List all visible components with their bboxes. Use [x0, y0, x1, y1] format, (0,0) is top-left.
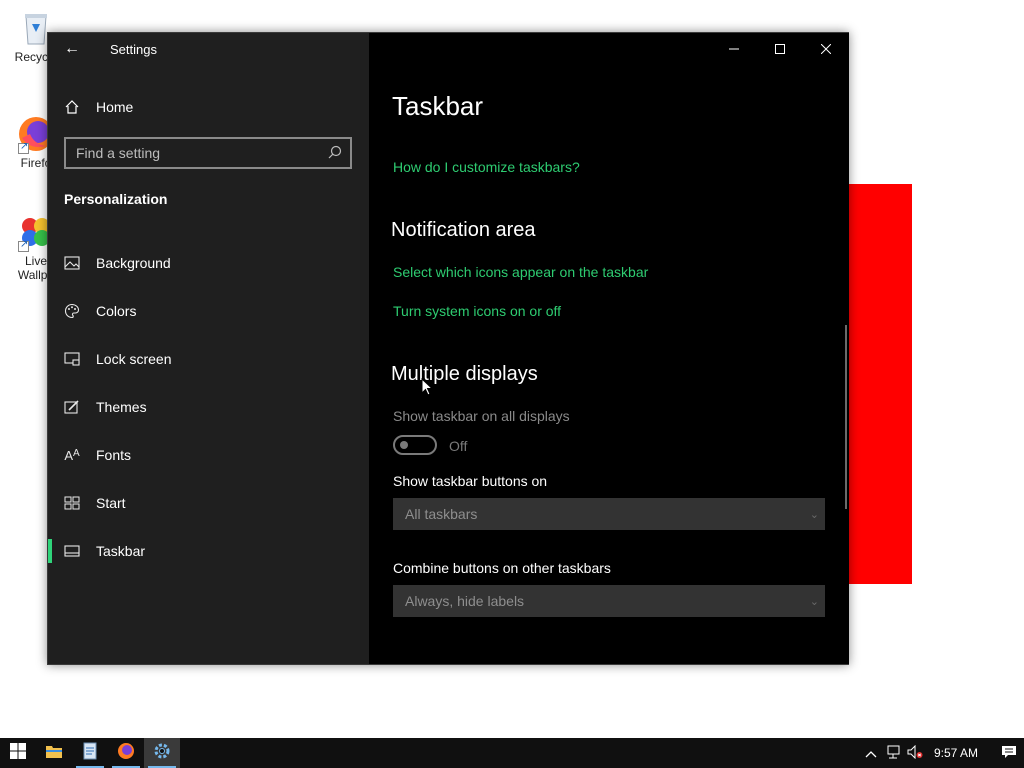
action-center-icon[interactable] [994, 745, 1024, 762]
scrollbar[interactable] [845, 325, 847, 509]
buttons-on-label: Show taskbar buttons on [393, 473, 548, 489]
palette-icon [48, 303, 96, 319]
sidebar-item-lock-screen[interactable]: Lock screen [48, 335, 369, 383]
show-all-displays-label: Show taskbar on all displays [393, 408, 570, 424]
maximize-button[interactable] [757, 33, 803, 65]
close-icon [820, 41, 832, 57]
back-button[interactable]: ← [48, 33, 96, 65]
system-tray: 9:57 AM [860, 738, 1024, 768]
maximize-icon [775, 41, 785, 57]
minimize-button[interactable] [711, 33, 757, 65]
start-grid-icon [48, 496, 96, 510]
caption-buttons [711, 33, 849, 65]
chevron-down-icon: ⌄ [809, 595, 819, 608]
sidebar-item-label: Fonts [96, 447, 132, 463]
documents-icon [82, 742, 98, 765]
buttons-on-dropdown[interactable]: All taskbars ⌄ [393, 498, 825, 530]
sidebar-nav: Background Colors Lock screen Themes A A… [48, 239, 369, 575]
taskbar-file-explorer[interactable] [36, 738, 72, 768]
settings-icon [153, 742, 171, 765]
select-icons-link[interactable]: Select which icons appear on the taskbar [393, 264, 648, 280]
combine-buttons-label: Combine buttons on other taskbars [393, 560, 611, 576]
toggle-state-label: Off [449, 438, 468, 454]
settings-window: ← Settings Home Personalization Backgrou… [47, 32, 849, 665]
page-title: Taskbar [392, 91, 484, 121]
taskbar: 9:57 AM [0, 738, 1024, 768]
shortcut-arrow-icon [18, 141, 29, 154]
sidebar-item-label: Background [96, 255, 171, 271]
background-red-window [846, 184, 912, 584]
multiple-displays-heading: Multiple displays [391, 363, 538, 385]
sidebar-item-fonts[interactable]: AA Fonts [48, 431, 369, 479]
notification-area-heading: Notification area [391, 219, 536, 241]
sidebar-item-label: Start [96, 495, 126, 511]
window-title: Settings [110, 41, 157, 57]
file-explorer-icon [45, 743, 63, 764]
taskbar-settings[interactable] [144, 738, 180, 768]
picture-icon [48, 256, 96, 270]
firefox-icon [117, 742, 135, 765]
sidebar-item-home[interactable]: Home [48, 91, 369, 123]
chevron-down-icon: ⌄ [809, 508, 819, 521]
section-title: Personalization [64, 191, 168, 207]
toggle-knob [400, 441, 408, 449]
brush-icon [48, 399, 96, 415]
minimize-icon [729, 41, 739, 57]
home-icon [48, 99, 96, 115]
sidebar-item-themes[interactable]: Themes [48, 383, 369, 431]
show-all-displays-toggle[interactable] [393, 435, 437, 455]
sidebar-item-label: Taskbar [96, 543, 146, 559]
clock[interactable]: 9:57 AM [934, 746, 978, 760]
system-icons-link[interactable]: Turn system icons on or off [393, 303, 561, 319]
home-label: Home [96, 99, 134, 115]
sidebar-item-label: Colors [96, 303, 137, 319]
title-bar: ← Settings [48, 33, 369, 65]
shortcut-arrow-icon [18, 239, 29, 252]
volume-muted-icon[interactable] [904, 744, 926, 762]
sidebar-item-taskbar[interactable]: Taskbar [48, 527, 369, 575]
sidebar-item-label: Lock screen [96, 351, 172, 367]
dropdown-value: Always, hide labels [405, 593, 525, 609]
search-icon[interactable] [328, 145, 342, 162]
dropdown-value: All taskbars [405, 506, 478, 522]
taskbar-firefox[interactable] [108, 738, 144, 768]
settings-content: Taskbar How do I customize taskbars? Not… [369, 33, 849, 664]
mouse-cursor-icon [421, 378, 433, 396]
font-icon: AA [64, 447, 80, 463]
combine-buttons-dropdown[interactable]: Always, hide labels ⌄ [393, 585, 825, 617]
close-button[interactable] [803, 33, 849, 65]
settings-sidebar: ← Settings Home Personalization Backgrou… [48, 33, 369, 664]
network-icon[interactable] [882, 745, 904, 762]
sidebar-item-colors[interactable]: Colors [48, 287, 369, 335]
start-button[interactable] [0, 738, 36, 768]
lock-screen-icon [48, 352, 96, 366]
search-input[interactable] [76, 145, 316, 161]
windows-start-icon [10, 742, 26, 764]
taskbar-icon [48, 545, 96, 557]
help-link[interactable]: How do I customize taskbars? [393, 159, 580, 175]
search-box[interactable] [64, 137, 352, 169]
sidebar-item-background[interactable]: Background [48, 239, 369, 287]
taskbar-documents[interactable] [72, 738, 108, 768]
sidebar-item-start[interactable]: Start [48, 479, 369, 527]
sidebar-item-label: Themes [96, 399, 147, 415]
chevron-up-icon[interactable] [860, 746, 882, 761]
arrow-left-icon: ← [64, 40, 80, 57]
